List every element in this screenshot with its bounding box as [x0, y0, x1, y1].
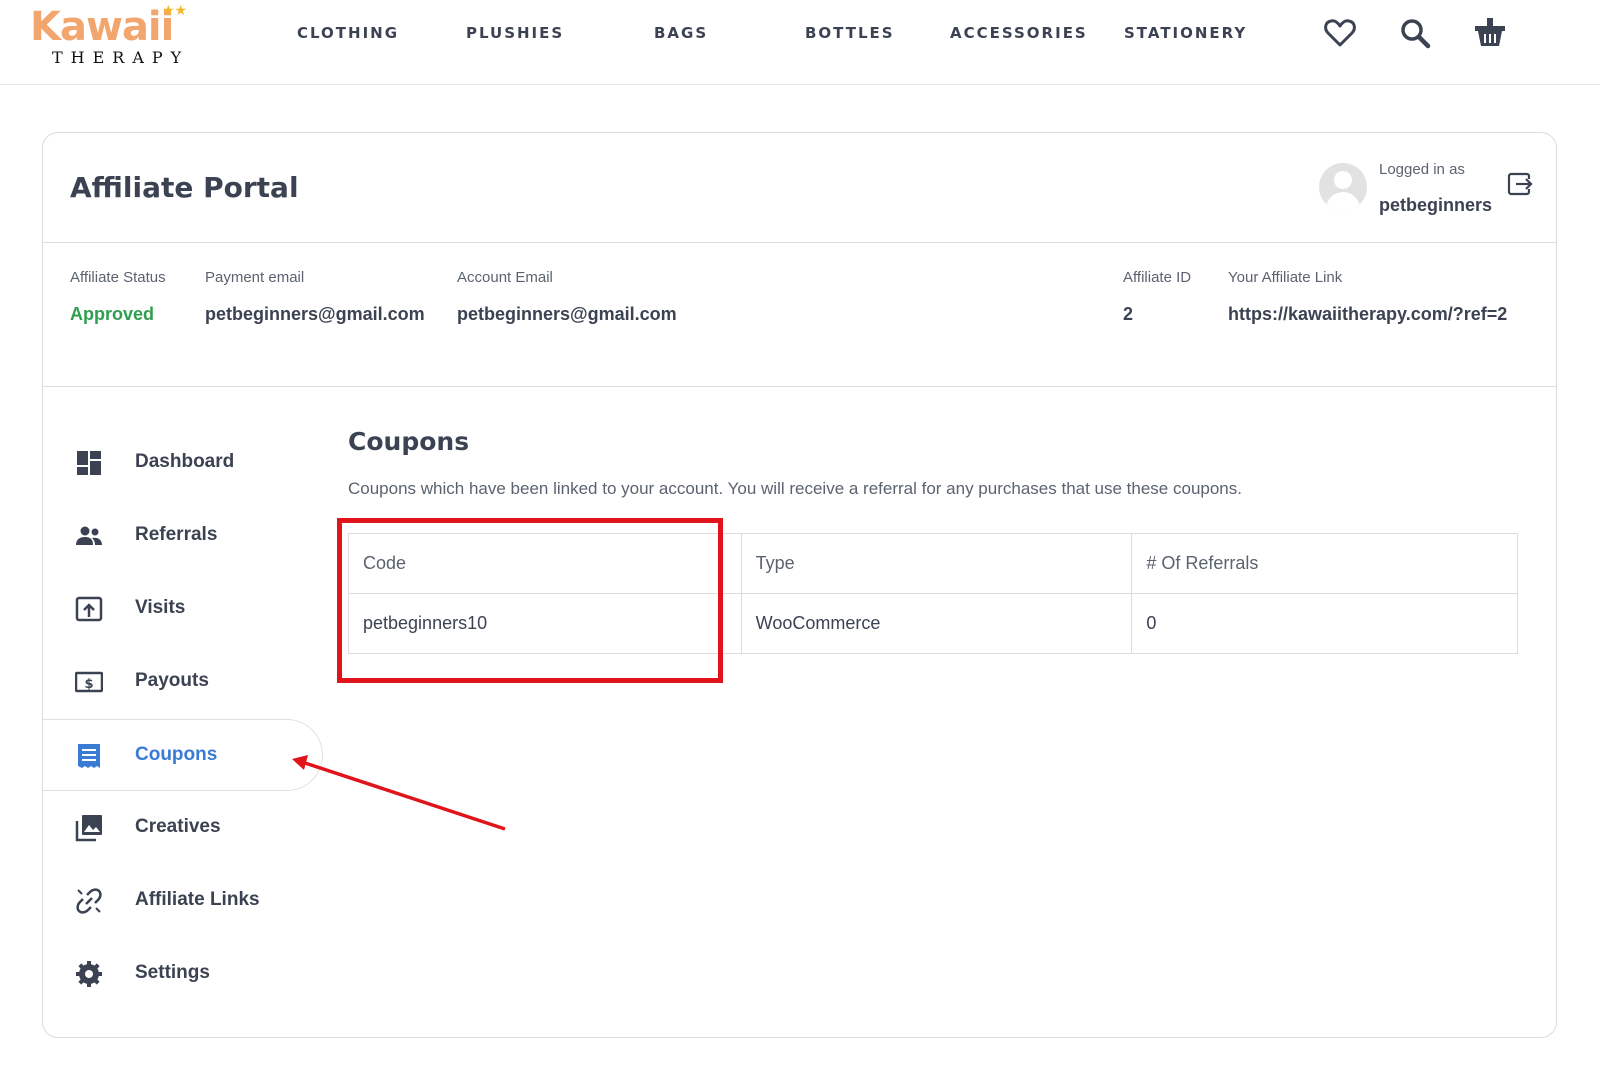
- logo-subtext: THERAPY: [52, 48, 190, 67]
- affiliate-portal-card: Affiliate Portal Logged in as petbeginne…: [42, 132, 1557, 1038]
- column-header-code: Code: [348, 533, 742, 594]
- sidebar-item-label: Payouts: [135, 670, 209, 691]
- affiliate-info-row: Affiliate Status Approved Payment email …: [43, 243, 1556, 387]
- sidebar-item-label: Settings: [135, 962, 210, 983]
- gear-icon: [76, 961, 102, 987]
- table-header-row: Code Type # Of Referrals: [348, 533, 1518, 594]
- visits-icon: [75, 596, 103, 622]
- sidebar-item-coupons[interactable]: Coupons: [43, 719, 323, 791]
- sidebar-item-payouts[interactable]: $ Payouts: [43, 646, 323, 718]
- affiliate-link-value[interactable]: https://kawaiitherapy.com/?ref=2: [1228, 304, 1507, 325]
- sidebar-item-creatives[interactable]: Creatives: [43, 792, 323, 864]
- affiliate-link: Your Affiliate Link https://kawaiitherap…: [1228, 269, 1507, 325]
- portal-header: Affiliate Portal Logged in as petbeginne…: [43, 133, 1556, 243]
- page-title: Affiliate Portal: [70, 171, 299, 204]
- sidebar-item-affiliate-links[interactable]: Affiliate Links: [43, 865, 323, 937]
- avatar: [1319, 163, 1367, 211]
- affiliate-id-label: Affiliate ID: [1123, 269, 1192, 286]
- account-email-value: petbeginners@gmail.com: [457, 304, 677, 324]
- top-navigation: Kawaii ★★ THERAPY CLOTHING PLUSHIES BAGS…: [0, 0, 1600, 85]
- coupon-code-cell: petbeginners10: [348, 593, 742, 654]
- nav-clothing[interactable]: CLOTHING: [297, 24, 399, 42]
- dollar-icon: $: [75, 671, 103, 693]
- column-header-type: Type: [740, 533, 1133, 594]
- affiliate-status: Affiliate Status Approved: [70, 269, 166, 325]
- svg-text:$: $: [84, 677, 93, 692]
- nav-plushies[interactable]: PLUSHIES: [466, 24, 564, 42]
- payment-email-label: Payment email: [205, 269, 305, 286]
- sidebar-item-label: Dashboard: [135, 451, 235, 472]
- sidebar-item-label: Affiliate Links: [135, 889, 260, 910]
- images-icon: [75, 815, 102, 842]
- link-icon: [76, 888, 102, 914]
- affiliate-id-value: 2: [1123, 304, 1134, 324]
- logged-in-label: Logged in as: [1379, 161, 1465, 178]
- sidebar-item-settings[interactable]: Settings: [43, 938, 323, 1010]
- affiliate-link-label: Your Affiliate Link: [1228, 269, 1343, 286]
- account-email: Account Email petbeginners@gmail.com: [457, 269, 677, 325]
- affiliate-status-label: Affiliate Status: [70, 269, 166, 286]
- sidebar-item-label: Coupons: [135, 744, 218, 765]
- nav-bags[interactable]: BAGS: [654, 24, 708, 42]
- table-row: petbeginners10 WooCommerce 0: [348, 593, 1518, 654]
- payment-email: Payment email petbeginners@gmail.com: [205, 269, 425, 325]
- basket-icon[interactable]: [1473, 16, 1507, 50]
- logo-stars-icon: ★★: [162, 2, 188, 18]
- people-icon: [76, 526, 102, 545]
- nav-stationery[interactable]: STATIONERY: [1124, 24, 1247, 42]
- sidebar-item-label: Visits: [135, 597, 186, 618]
- payment-email-value: petbeginners@gmail.com: [205, 304, 425, 324]
- account-email-label: Account Email: [457, 269, 553, 286]
- brand-logo[interactable]: Kawaii ★★ THERAPY: [30, 2, 190, 68]
- heart-icon[interactable]: [1323, 16, 1357, 50]
- search-icon[interactable]: [1398, 16, 1432, 50]
- coupon-type-cell: WooCommerce: [740, 593, 1133, 654]
- column-header-referrals: # Of Referrals: [1131, 533, 1518, 594]
- nav-bottles[interactable]: BOTTLES: [805, 24, 895, 42]
- logo-text: Kawaii: [30, 4, 174, 50]
- section-description: Coupons which have been linked to your a…: [348, 479, 1242, 498]
- sidebar-item-label: Creatives: [135, 816, 221, 837]
- coupon-referrals-cell: 0: [1131, 593, 1518, 654]
- sidebar-item-label: Referrals: [135, 524, 218, 545]
- username: petbeginners: [1379, 195, 1493, 215]
- logout-icon[interactable]: [1507, 171, 1533, 197]
- sidebar-item-visits[interactable]: Visits: [43, 573, 323, 645]
- status-badge: Approved: [70, 304, 155, 324]
- sidebar-item-dashboard[interactable]: Dashboard: [43, 427, 323, 499]
- sidebar-item-referrals[interactable]: Referrals: [43, 500, 323, 572]
- dashboard-icon: [77, 451, 101, 475]
- nav-accessories[interactable]: ACCESSORIES: [950, 24, 1088, 42]
- affiliate-id: Affiliate ID 2: [1123, 269, 1191, 325]
- coupons-table: Code Type # Of Referrals petbeginners10 …: [348, 533, 1518, 654]
- section-title: Coupons: [348, 427, 470, 456]
- coupon-icon: [78, 744, 100, 768]
